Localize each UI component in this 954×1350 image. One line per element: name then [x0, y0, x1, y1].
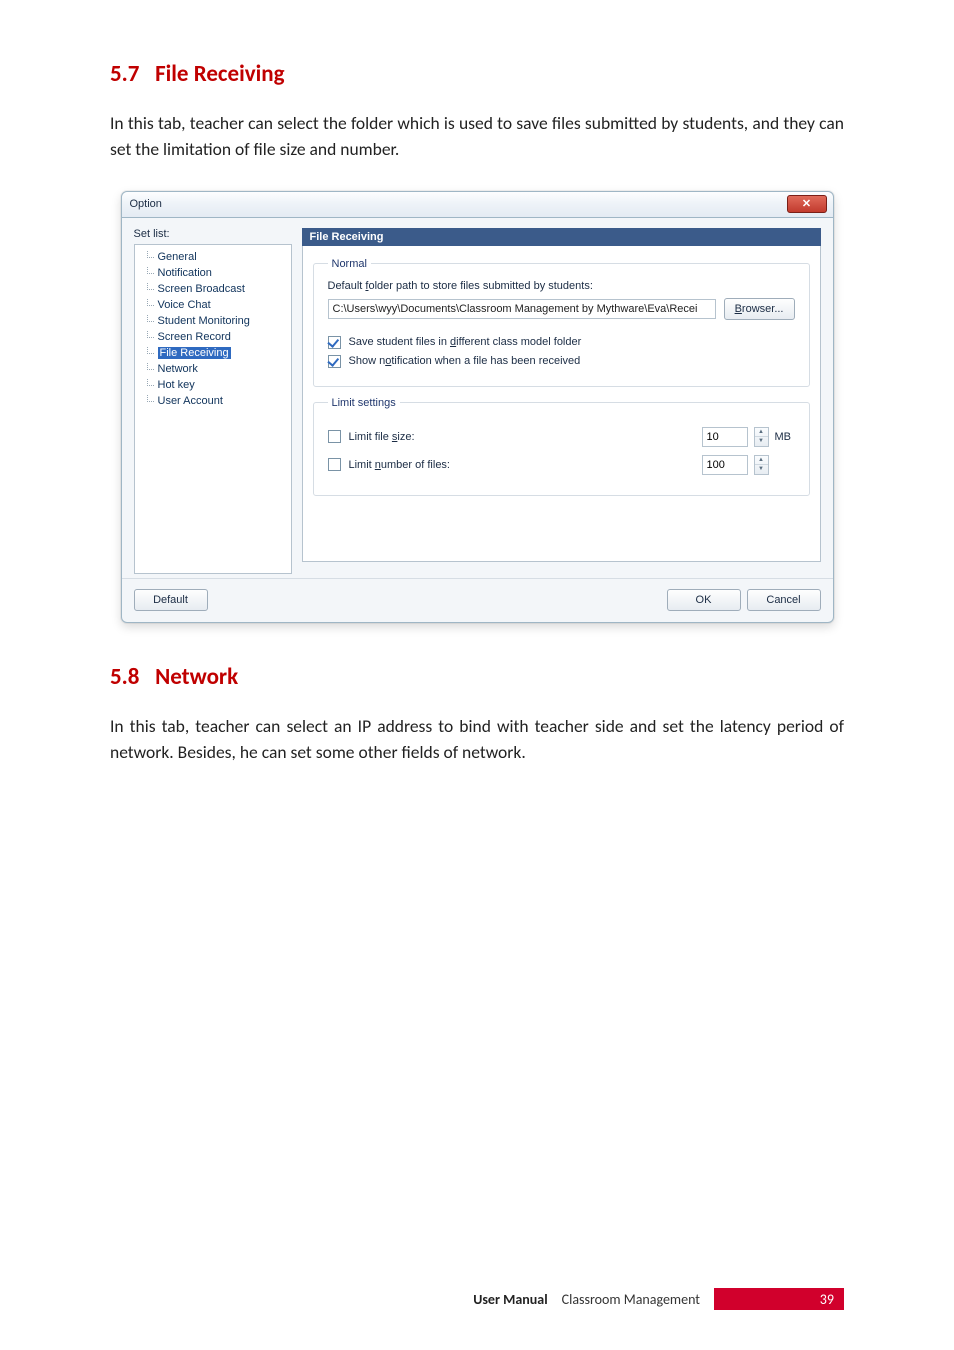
close-icon: ✕ [802, 197, 811, 210]
browse-button[interactable]: Browser... [724, 298, 795, 320]
left-panel: Set list: General Notification Screen Br… [134, 228, 292, 574]
set-list-label: Set list: [134, 228, 292, 240]
para-5-7: In this tab, teacher can select the fold… [110, 110, 844, 163]
ok-button[interactable]: OK [667, 589, 741, 611]
checkbox-show-notification[interactable] [328, 355, 341, 368]
panel-title: File Receiving [302, 228, 821, 246]
checkbox-notify-label: Show notification when a file has been r… [349, 355, 581, 367]
footer-product: Classroom Management [562, 1291, 700, 1308]
group-normal: Normal Default folder path to store file… [313, 258, 810, 387]
heading-title: Network [155, 663, 238, 691]
folder-path-label: Default folder path to store files submi… [328, 280, 795, 292]
checkbox-save-different-folder[interactable] [328, 336, 341, 349]
heading-num: 5.7 [110, 60, 139, 88]
limit-size-input[interactable] [702, 427, 748, 447]
heading-5-7: 5.7 File Receiving [110, 60, 844, 88]
tree-item-hot-key[interactable]: Hot key [135, 377, 291, 393]
heading-5-8: 5.8 Network [110, 663, 844, 691]
limit-number-spinner[interactable]: ▲ ▼ [754, 455, 769, 475]
tree-item-general[interactable]: General [135, 249, 291, 265]
para-5-8: In this tab, teacher can select an IP ad… [110, 713, 844, 766]
settings-tree[interactable]: General Notification Screen Broadcast Vo… [134, 244, 292, 574]
option-titlebar[interactable]: Option ✕ [122, 192, 833, 218]
spinner-up-icon[interactable]: ▲ [755, 428, 768, 438]
tree-item-file-receiving[interactable]: File Receiving [135, 345, 291, 361]
heading-title: File Receiving [155, 60, 284, 88]
checkbox-save-label: Save student files in different class mo… [349, 336, 582, 348]
tree-item-voice-chat[interactable]: Voice Chat [135, 297, 291, 313]
checkbox-limit-number[interactable] [328, 458, 341, 471]
close-button[interactable]: ✕ [787, 195, 827, 213]
default-button[interactable]: Default [134, 589, 208, 611]
cancel-button[interactable]: Cancel [747, 589, 821, 611]
tree-item-network[interactable]: Network [135, 361, 291, 377]
checkbox-limit-size[interactable] [328, 430, 341, 443]
group-limit-legend: Limit settings [328, 397, 400, 409]
limit-size-unit: MB [775, 431, 795, 443]
spinner-down-icon[interactable]: ▼ [755, 437, 768, 446]
tree-item-screen-broadcast[interactable]: Screen Broadcast [135, 281, 291, 297]
spinner-down-icon[interactable]: ▼ [755, 465, 768, 474]
right-panel: File Receiving Normal Default folder pat… [302, 228, 821, 574]
tree-item-user-account[interactable]: User Account [135, 393, 291, 409]
group-normal-legend: Normal [328, 258, 371, 270]
option-title: Option [130, 198, 162, 210]
tree-item-screen-record[interactable]: Screen Record [135, 329, 291, 345]
dialog-footer: Default OK Cancel [122, 578, 833, 622]
tree-item-notification[interactable]: Notification [135, 265, 291, 281]
tree-item-student-monitoring[interactable]: Student Monitoring [135, 313, 291, 329]
option-dialog: Option ✕ Set list: General Notification … [121, 191, 834, 623]
heading-num: 5.8 [110, 663, 139, 691]
checkbox-limit-number-label: Limit number of files: [349, 459, 451, 471]
group-limit-settings: Limit settings Limit file size: [313, 397, 810, 496]
limit-number-input[interactable] [702, 455, 748, 475]
checkbox-limit-size-label: Limit file size: [349, 431, 415, 443]
page-footer: User Manual Classroom Management 39 [0, 1288, 954, 1310]
limit-size-spinner[interactable]: ▲ ▼ [754, 427, 769, 447]
footer-page-number: 39 [714, 1288, 844, 1310]
limit-number-spacer [775, 459, 795, 471]
folder-path-input[interactable] [328, 299, 716, 319]
footer-manual: User Manual [473, 1291, 547, 1308]
spinner-up-icon[interactable]: ▲ [755, 456, 768, 466]
